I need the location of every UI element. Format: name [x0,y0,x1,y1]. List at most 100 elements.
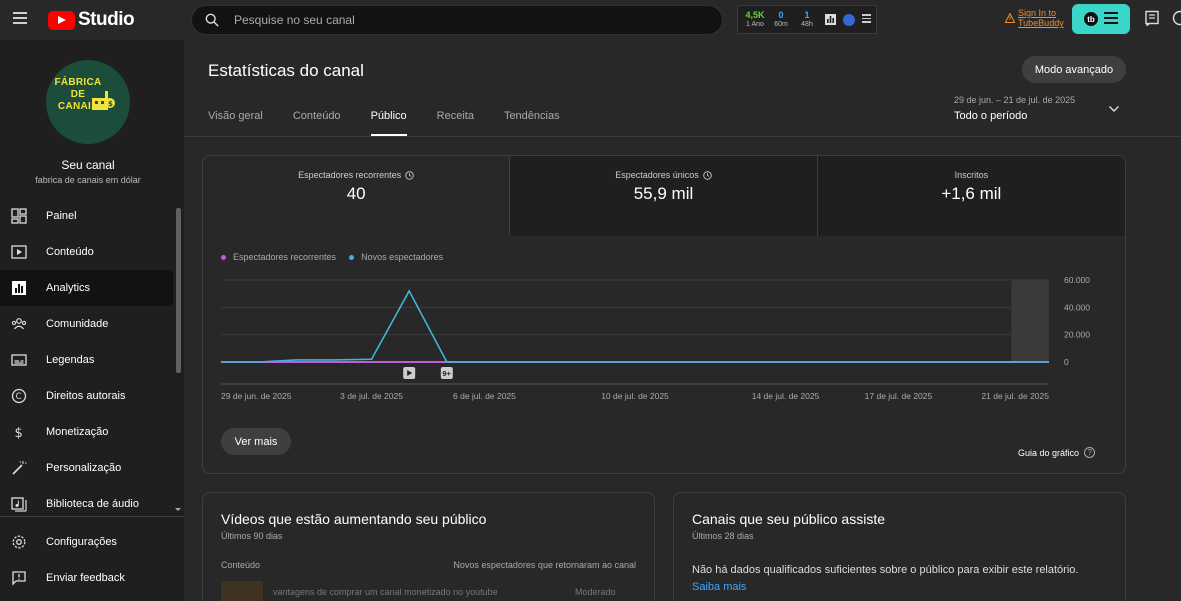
feedback-icon [12,571,26,586]
advanced-mode-button[interactable]: Modo avançado [1022,56,1126,83]
gear-icon [12,535,26,549]
page-title: Estatísticas do canal [208,61,364,80]
column-header-content: Conteúdo [221,560,261,570]
bar-chart-icon[interactable] [825,14,836,25]
channels-watched-card: Canais que seu público assiste Últimos 2… [673,492,1126,601]
sidebar-item-direitos-autorais[interactable]: C Direitos autorais [0,378,173,414]
learn-more-link[interactable]: Saiba mais [692,581,746,593]
dollar-icon: $ [15,426,23,440]
x-tick-label: 3 de jul. de 2025 [340,391,403,401]
tab-conteudo[interactable]: Conteúdo [293,110,341,136]
metric-returning-viewers[interactable]: Espectadores recorrentes 40 [203,156,511,236]
youtube-logo-icon [48,10,75,30]
growing-videos-card: Vídeos que estão aumentando seu público … [202,492,655,601]
x-tick-label: 6 de jul. de 2025 [453,391,516,401]
tubebuddy-stat-year: 4,5K 1 Ano [745,9,765,28]
y-tick-label: 0 [1064,357,1069,367]
chart-legend: Espectadores recorrentes Novos espectado… [221,252,456,262]
tubebuddy-stat-60m: 0 60m [774,9,788,28]
video-title[interactable]: vantagens de comprar um canal monetizado… [273,587,498,597]
search-box[interactable] [191,5,723,35]
sidebar-item-personalizacao[interactable]: Personalização [0,450,173,486]
sidebar-item-comunidade[interactable]: Comunidade [0,306,173,342]
chart-shaded-region [1011,280,1049,362]
see-more-button[interactable]: Ver mais [221,428,291,455]
search-icon [205,13,219,27]
legend-returning[interactable]: Espectadores recorrentes [221,252,336,262]
svg-text:$: $ [15,426,23,440]
metric-unique-viewers[interactable]: Espectadores únicos 55,9 mil [510,156,818,236]
sidebar-item-monetizacao[interactable]: $ Monetização [0,414,173,450]
warning-icon [1005,13,1015,23]
tubebuddy-stat-48h: 1 48h [801,9,813,28]
metric-subscribers[interactable]: Inscritos +1,6 mil [817,156,1125,236]
notes-feedback-icon[interactable] [1144,10,1160,26]
x-tick-label: 14 de jul. de 2025 [752,391,820,401]
sidebar-item-conteudo[interactable]: Conteúdo [0,234,173,270]
audience-chart-card: Espectadores recorrentes 40 Espectadores… [202,155,1126,474]
audience-line-chart[interactable]: 0 20.000 40.000 60.000 9+ 29 de jun. de 2025 3… [203,266,1125,416]
tubebuddy-stats-widget[interactable]: 4,5K 1 Ano 0 60m 1 48h [737,5,877,34]
tab-receita[interactable]: Receita [437,110,474,136]
channel-avatar[interactable]: FÁBRICA DE CANAIS $ [46,60,130,144]
tubebuddy-signin-link[interactable]: Sign In to TubeBuddy [1005,8,1064,28]
tab-publico[interactable]: Público [370,110,407,136]
tubebuddy-compare-icon[interactable] [843,13,855,26]
x-tick-label: 29 de jun. de 2025 [221,391,292,401]
help-icon: ? [1084,447,1096,458]
sidebar-item-painel[interactable]: Painel [0,198,173,234]
dashboard-icon [11,208,27,224]
analytics-icon [12,281,26,295]
clock-icon [405,170,414,180]
audio-library-icon [11,497,27,512]
x-tick-label: 17 de jul. de 2025 [865,391,933,401]
svg-text:$: $ [108,100,113,108]
y-tick-label: 20.000 [1064,330,1090,340]
tubebuddy-menu-button[interactable]: tb [1072,4,1130,34]
y-tick-label: 60.000 [1064,275,1090,285]
legend-new[interactable]: Novos espectadores [349,252,443,262]
y-tick-label: 40.000 [1064,302,1090,312]
top-bar: Studio 4,5K1 Ano 060m 148h Sign In toTub… [0,0,1181,40]
date-range-label[interactable]: 29 de jun. – 21 de jul. de 2025 [954,95,1075,105]
hamburger-menu-icon[interactable] [13,12,27,24]
series-new-line [221,289,1049,363]
clock-icon [703,170,712,180]
chart-guide-link[interactable]: Guia do gráfico? [1018,447,1096,458]
youtube-studio-logo[interactable]: Studio [48,9,135,31]
analytics-tabs: Visão geral Conteúdo Público Receita Ten… [208,110,590,136]
card-title: Canais que seu público assiste [692,511,886,527]
video-metric-value: Moderado [575,587,616,597]
channel-handle: fabrica de canais em dólar [35,175,141,185]
help-icon[interactable] [1172,10,1181,26]
card-subtitle: Últimos 90 dias [221,531,283,541]
channel-name: Seu canal [61,158,115,172]
tab-visao-geral[interactable]: Visão geral [208,110,263,136]
community-icon [11,318,27,330]
content-icon [11,245,27,259]
subtitles-icon [11,354,27,366]
sidebar-item-analytics[interactable]: Analytics [0,270,173,306]
magic-wand-icon [12,461,27,475]
period-selector[interactable]: Todo o período [954,110,1027,122]
video-count-badge: 9+ [442,369,451,378]
menu-icon [1104,11,1118,27]
sidebar-item-configuracoes[interactable]: Configurações [0,524,173,560]
no-data-message: Não há dados qualificados suficientes so… [692,564,1079,576]
tab-tendencias[interactable]: Tendências [504,110,560,136]
svg-text:C: C [16,392,22,402]
sidebar: FÁBRICA DE CANAIS $ Seu canal fabrica de c… [0,40,184,601]
sidebar-item-legendas[interactable]: Legendas [0,342,173,378]
search-input[interactable] [234,6,704,34]
tubebuddy-menu-icon[interactable] [862,14,871,25]
sidebar-scrollbar[interactable] [176,208,181,373]
scroll-down-arrow-icon[interactable] [175,507,181,512]
tubebuddy-logo-icon: tb [1084,12,1098,26]
card-title: Vídeos que estão aumentando seu público [221,511,487,527]
chevron-down-icon[interactable] [1108,105,1120,113]
factory-icon: $ [92,91,115,110]
sidebar-item-enviar-feedback[interactable]: Enviar feedback [0,560,173,596]
column-header-metric: Novos espectadores que retornaram ao can… [453,560,636,570]
video-thumbnail[interactable] [221,581,263,601]
x-tick-label: 10 de jul. de 2025 [601,391,669,401]
